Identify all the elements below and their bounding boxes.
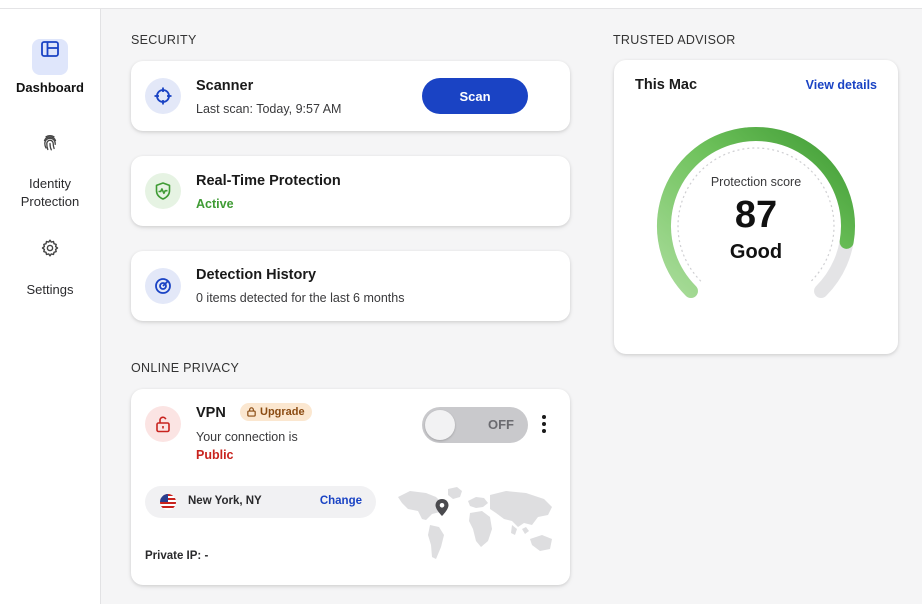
realtime-protection-title: Real-Time Protection xyxy=(196,173,341,189)
history-radar-icon xyxy=(145,268,181,304)
sidebar-item-settings[interactable]: Settings xyxy=(0,230,100,299)
dashboard-icon xyxy=(32,39,68,75)
scanner-card: Scanner Last scan: Today, 9:57 AM Scan xyxy=(131,61,570,131)
detection-history-card[interactable]: Detection History 0 items detected for t… xyxy=(131,251,570,321)
change-location-link[interactable]: Change xyxy=(320,495,362,507)
detection-history-title: Detection History xyxy=(196,267,317,283)
world-map xyxy=(398,487,552,559)
vpn-connection-text: Your connection is xyxy=(196,430,298,444)
vpn-location-name: New York, NY xyxy=(188,495,262,507)
vpn-connection-status: Public xyxy=(196,448,234,462)
protection-score-rating: Good xyxy=(729,241,783,263)
sidebar-item-identity-protection[interactable]: Identity Protection xyxy=(0,125,100,211)
more-options-icon[interactable] xyxy=(537,415,551,437)
open-lock-icon xyxy=(145,406,181,442)
sidebar-item-label: Dashboard xyxy=(16,80,84,95)
crosshair-icon xyxy=(145,78,181,114)
detection-history-subtitle: 0 items detected for the last 6 months xyxy=(196,291,405,305)
sidebar-item-label: Settings xyxy=(26,282,74,297)
scanner-title: Scanner xyxy=(196,78,254,94)
upgrade-badge[interactable]: Upgrade xyxy=(240,403,312,421)
shield-check-icon xyxy=(145,173,181,209)
sidebar-item-label: Identity Protection xyxy=(20,176,80,209)
trusted-advisor-section-title: TRUSTED ADVISOR xyxy=(613,33,736,47)
toggle-state-label: OFF xyxy=(488,417,514,432)
sidebar-item-dashboard[interactable]: Dashboard xyxy=(0,31,100,97)
map-location-pin-icon xyxy=(435,499,449,516)
realtime-status: Active xyxy=(196,197,234,211)
us-flag-icon xyxy=(160,494,176,510)
trusted-advisor-card: This Mac View details Protection score 8… xyxy=(614,60,898,354)
realtime-protection-card[interactable]: Real-Time Protection Active xyxy=(131,156,570,226)
gear-icon xyxy=(32,238,68,274)
sidebar: Dashboard Identity Protection Settings xyxy=(0,9,101,604)
vpn-toggle[interactable]: OFF xyxy=(422,407,528,443)
scan-button[interactable]: Scan xyxy=(422,78,528,114)
upgrade-badge-label: Upgrade xyxy=(260,406,305,418)
private-ip-text: Private IP: - xyxy=(145,550,209,562)
last-scan-text: Last scan: Today, 9:57 AM xyxy=(196,102,342,116)
lock-icon xyxy=(247,407,256,417)
vpn-card: VPN Upgrade Your connection is Public OF… xyxy=(131,389,570,585)
vpn-title: VPN xyxy=(196,405,226,421)
vpn-location-pill: New York, NY Change xyxy=(145,486,376,518)
protection-score-label: Protection score xyxy=(710,175,802,189)
online-privacy-section-title: ONLINE PRIVACY xyxy=(131,361,240,375)
toggle-knob xyxy=(425,410,455,440)
fingerprint-icon xyxy=(32,133,68,169)
protection-score-value: 87 xyxy=(734,194,778,236)
window-top-border xyxy=(0,0,922,9)
security-section-title: SECURITY xyxy=(131,33,197,47)
